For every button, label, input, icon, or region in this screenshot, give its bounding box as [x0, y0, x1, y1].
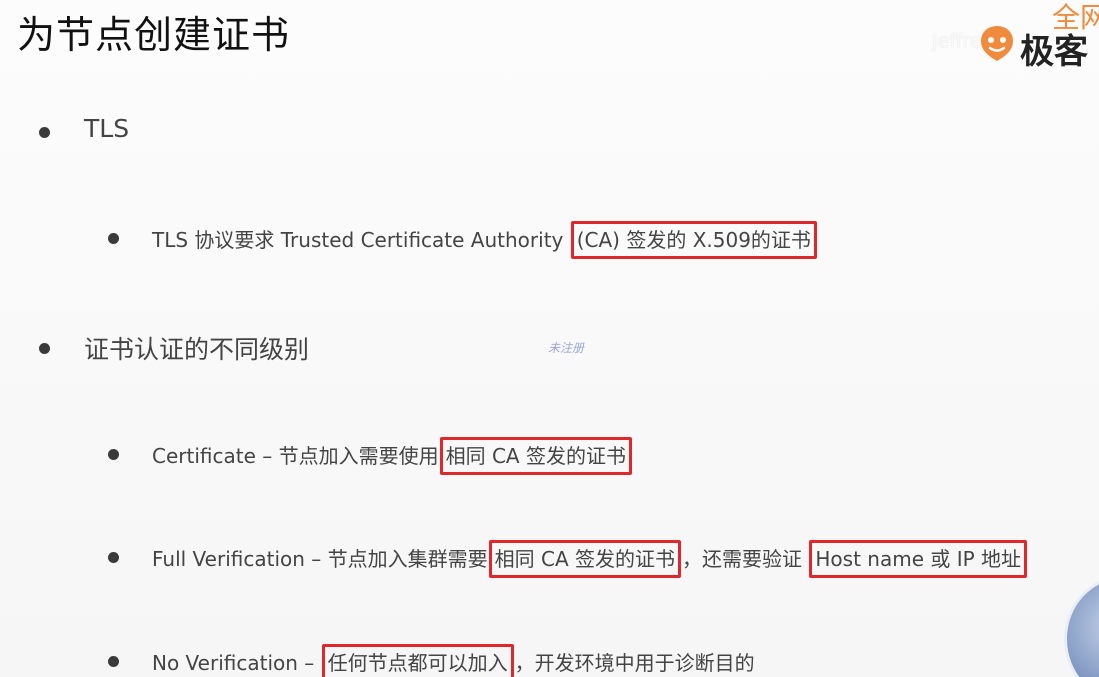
bullet-icon [108, 656, 119, 667]
bullet-icon [39, 343, 50, 354]
item-full-text: Full Verification – 节点加入集群需要 [152, 547, 488, 571]
highlight-box: Host name 或 IP 地址 [809, 540, 1028, 578]
item-no-verification: No Verification – 任何节点都可以加入 ，开发环境中用于诊断目的 [152, 644, 755, 677]
item-none-text: No Verification – [152, 651, 321, 675]
bullet-icon [108, 233, 119, 244]
item-certificate-text: Certificate – 节点加入需要使用 [152, 444, 439, 468]
bullet-icon [39, 127, 50, 138]
unregistered-stamp: 未注册 [548, 341, 585, 355]
item-full-middle: ，还需要验证 [682, 547, 809, 571]
highlight-box: (CA) 签发的 X.509的证书 [570, 221, 817, 259]
highlight-box: 相同 CA 签发的证书 [488, 540, 682, 578]
highlight-box: 任何节点都可以加入 [321, 644, 514, 677]
logo-text: 极客 [1020, 32, 1088, 72]
logo-badge-icon [981, 26, 1013, 61]
slide: 为节点创建证书 Jeffrey 全网 极客 TLS TLS 协议要求 Trust… [0, 0, 1099, 677]
bullet-icon [108, 449, 119, 460]
bullet-icon [108, 552, 119, 563]
item-tls-label: TLS [84, 114, 130, 143]
item-tls-sub: TLS 协议要求 Trusted Certificate Authority (… [152, 221, 818, 259]
highlight-box: 相同 CA 签发的证书 [439, 437, 632, 475]
item-full-verification: Full Verification – 节点加入集群需要 相同 CA 签发的证书，… [152, 540, 1028, 578]
presenter-avatar [1064, 576, 1099, 677]
item-certificate: Certificate – 节点加入需要使用 相同 CA 签发的证书 [152, 437, 633, 475]
item-levels-label: 证书认证的不同级别 [84, 335, 310, 364]
slide-title: 为节点创建证书 [17, 13, 291, 57]
item-tls-sub-text: TLS 协议要求 Trusted Certificate Authority [152, 228, 570, 252]
item-none-suffix: ，开发环境中用于诊断目的 [514, 651, 755, 675]
